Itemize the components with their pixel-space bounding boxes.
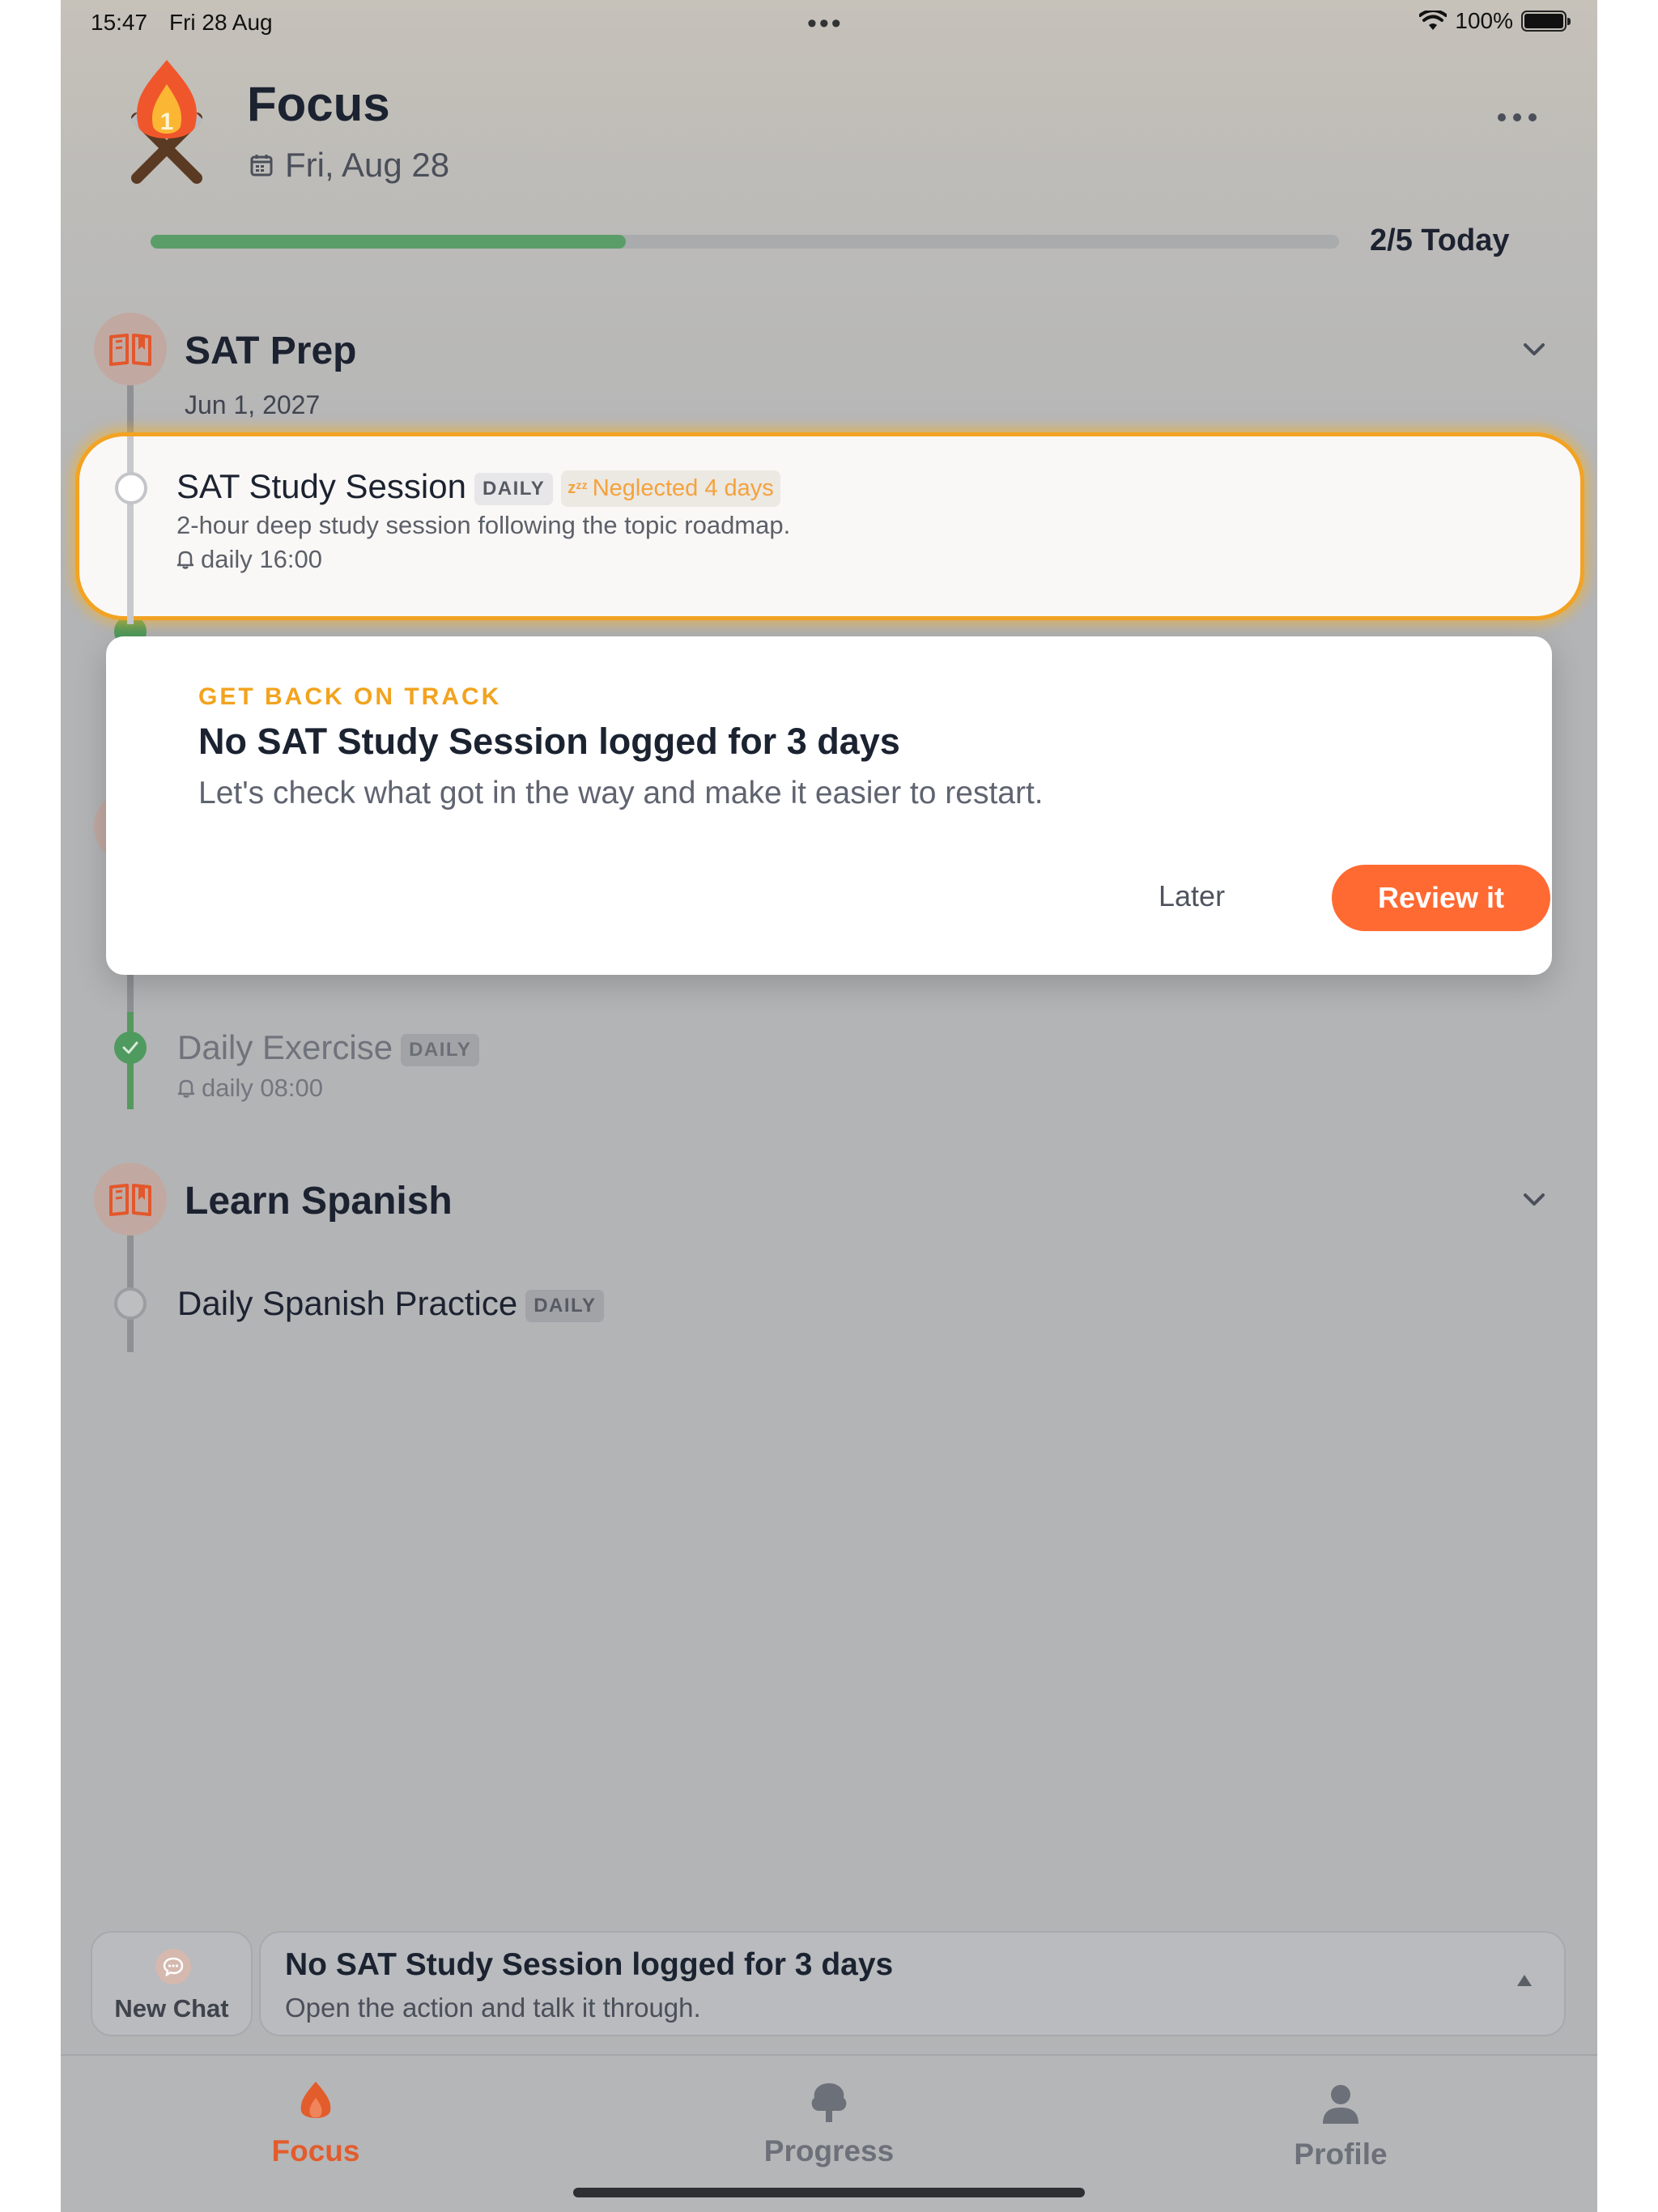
task-reminder: daily 16:00 <box>176 545 322 574</box>
expand-up-icon[interactable] <box>1517 1975 1532 1986</box>
section-icon <box>94 313 167 385</box>
new-chat-button[interactable]: New Chat <box>91 1931 253 2036</box>
task-reminder: daily 08:00 <box>177 1074 323 1103</box>
section-date: Jun 1, 2027 <box>185 390 321 419</box>
section-icon <box>94 1163 167 1236</box>
chevron-down-icon[interactable] <box>1522 342 1546 358</box>
status-bar: 15:47 Fri 28 Aug ••• 100% <box>61 0 1597 45</box>
check-icon <box>122 1041 138 1054</box>
frequency-badge: DAILY <box>525 1289 605 1322</box>
section-title-sat-prep: SAT Prep <box>185 330 357 372</box>
tab-label: Progress <box>763 2134 895 2167</box>
frequency-badge: DAILY <box>401 1033 480 1066</box>
get-back-on-track-dialog: GET BACK ON TRACK No SAT Study Session l… <box>106 636 1552 975</box>
bell-icon <box>176 551 194 569</box>
svg-text:1: 1 <box>160 108 174 135</box>
tab-label: Profile <box>1294 2138 1388 2171</box>
neglected-text: Neglected 4 days <box>592 475 774 502</box>
task-title-text: SAT Study Session <box>176 467 466 505</box>
task-description: 2-hour deep study session following the … <box>176 511 791 539</box>
task-title: Daily Spanish Practice DAILY <box>177 1284 605 1323</box>
task-title: SAT Study Session DAILY zᶻᶻ Neglected 4 day… <box>176 467 780 508</box>
chevron-down-icon[interactable] <box>1522 1192 1546 1208</box>
daily-progress-fill <box>151 235 627 249</box>
task-reminder-text: daily 08:00 <box>202 1074 323 1102</box>
task-reminder-text: daily 16:00 <box>201 545 322 573</box>
task-title: Daily Exercise DAILY <box>177 1028 480 1067</box>
more-options-icon[interactable] <box>1498 113 1537 121</box>
chat-suggestion-title: No SAT Study Session logged for 3 days <box>285 1947 894 1982</box>
section-title-learn-spanish: Learn Spanish <box>185 1180 453 1223</box>
book-icon <box>109 334 151 366</box>
wifi-icon <box>1419 11 1448 30</box>
task-checkbox-done[interactable] <box>114 1032 147 1064</box>
timeline-line <box>127 972 134 1012</box>
status-date: Fri 28 Aug <box>169 10 273 35</box>
timeline-line <box>127 436 134 624</box>
dialog-headline: No SAT Study Session logged for 3 days <box>198 721 900 762</box>
status-time: 15:47 <box>91 10 148 35</box>
chat-suggestion-bar[interactable]: No SAT Study Session logged for 3 days O… <box>259 1931 1566 2036</box>
task-title-text: Daily Exercise <box>177 1028 393 1066</box>
task-title-text: Daily Spanish Practice <box>177 1284 518 1322</box>
header-date: Fri, Aug 28 <box>249 146 449 185</box>
book-icon <box>109 1184 151 1216</box>
person-icon <box>1323 2085 1358 2124</box>
review-it-button[interactable]: Review it <box>1332 865 1550 931</box>
daily-progress-bar <box>151 235 1339 249</box>
dialog-eyebrow: GET BACK ON TRACK <box>198 683 502 710</box>
multitasking-dots-icon[interactable]: ••• <box>807 8 844 40</box>
tab-focus[interactable]: Focus <box>210 2080 421 2168</box>
chat-suggestion-subtitle: Open the action and talk it through. <box>285 1993 701 2023</box>
tab-progress[interactable]: Progress <box>724 2080 934 2168</box>
dialog-body: Let's check what got in the way and make… <box>198 776 1044 810</box>
tab-label: Focus <box>271 2134 360 2167</box>
task-card-sat-study-session[interactable]: SAT Study Session DAILY zᶻᶻ Neglected 4 day… <box>75 432 1584 624</box>
daily-progress-label: 2/5 Today <box>1370 223 1510 257</box>
chat-bubble-icon <box>155 1949 191 1984</box>
task-checkbox[interactable] <box>114 1287 147 1320</box>
tab-profile[interactable]: Profile <box>1235 2080 1446 2172</box>
calendar-icon <box>250 155 273 177</box>
status-right: 100% <box>1419 8 1571 34</box>
later-button[interactable]: Later <box>1158 879 1225 913</box>
battery-icon <box>1521 11 1571 32</box>
header-date-text: Fri, Aug 28 <box>285 146 450 184</box>
flame-icon <box>300 2082 331 2118</box>
page-title: Focus <box>247 77 390 131</box>
sleep-icon: zᶻᶻ <box>568 479 588 498</box>
frequency-badge: DAILY <box>474 472 554 505</box>
tree-icon <box>811 2083 847 2122</box>
neglected-badge: zᶻᶻ Neglected 4 days <box>561 470 780 508</box>
campfire-logo-icon: 1 <box>130 60 203 184</box>
task-checkbox[interactable] <box>115 472 147 504</box>
battery-percent: 100% <box>1455 8 1513 33</box>
app-screen: 15:47 Fri 28 Aug ••• 100% 1 Focus Fri, A… <box>61 0 1597 2212</box>
bell-icon <box>177 1079 195 1098</box>
home-indicator[interactable] <box>573 2188 1085 2197</box>
new-chat-label: New Chat <box>114 1994 229 2023</box>
